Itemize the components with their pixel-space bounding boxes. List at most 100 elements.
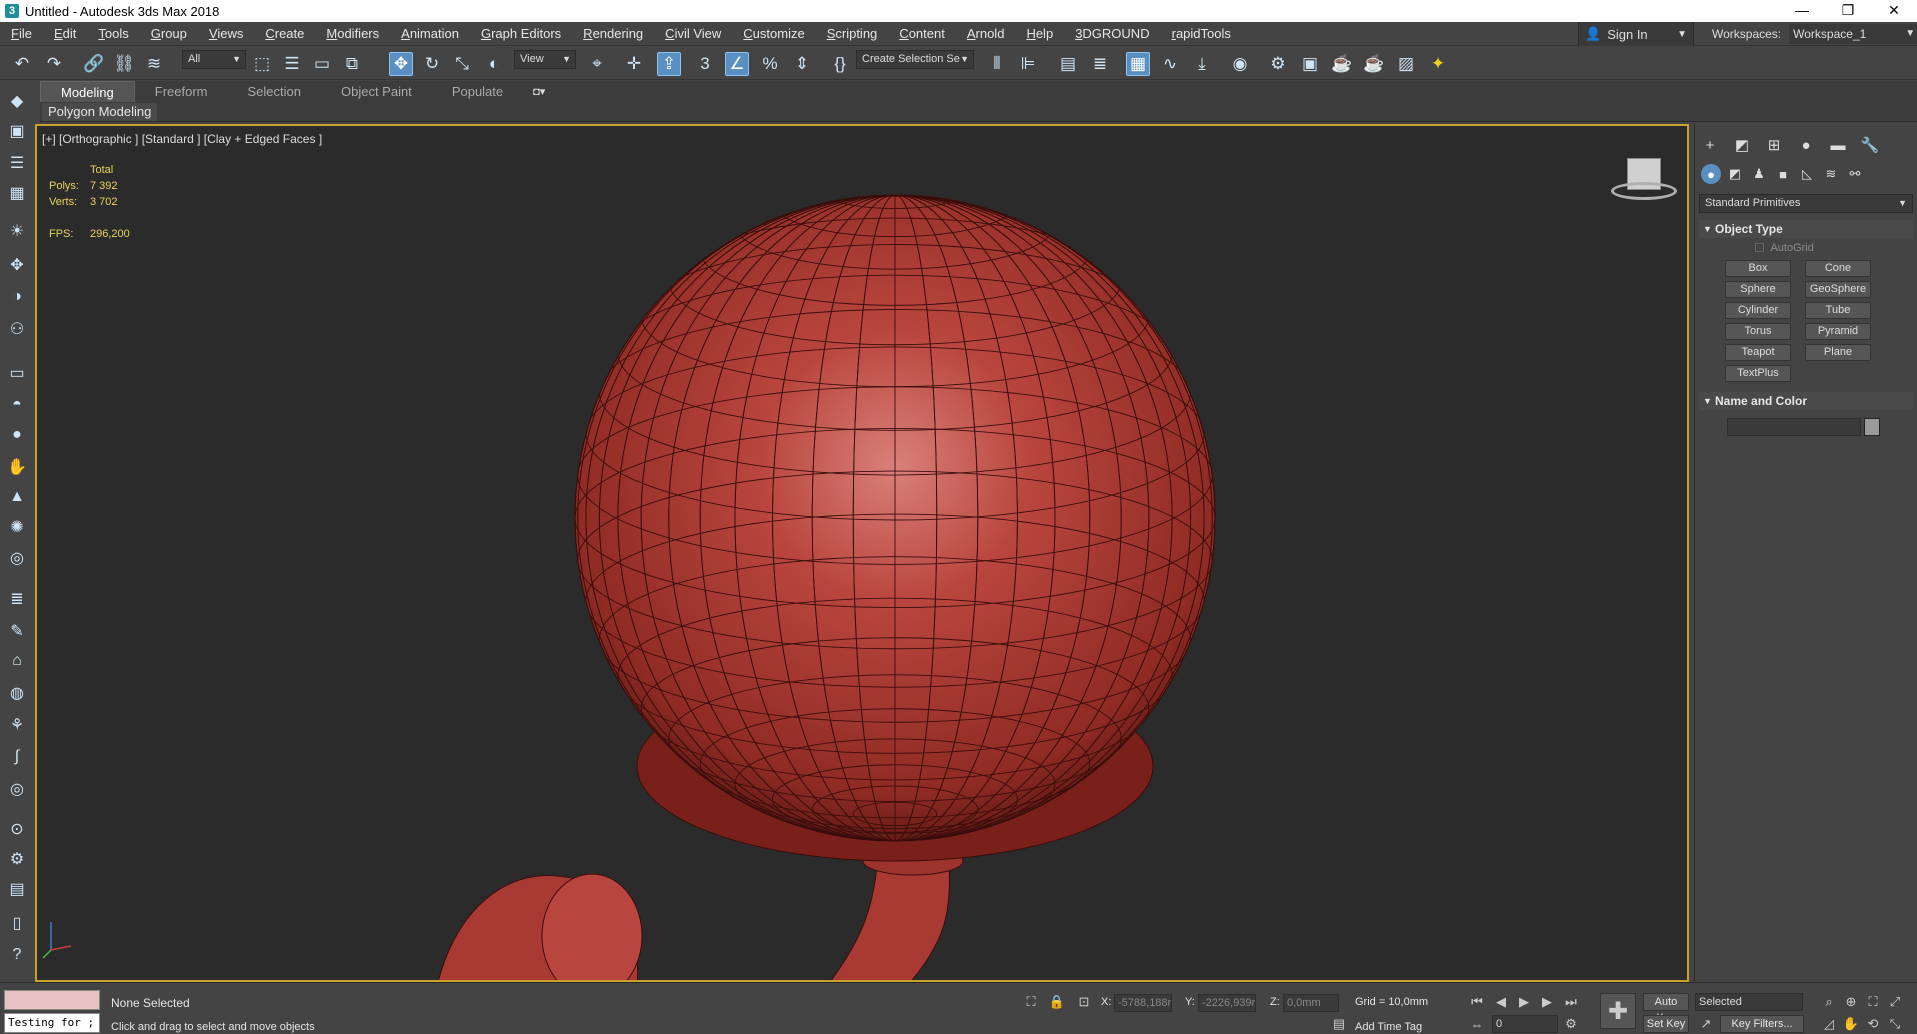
window-crossing-icon[interactable]: ⧉ [340, 52, 364, 76]
menu-graph-editors[interactable]: Graph Editors [470, 26, 572, 41]
helpers-icon[interactable]: ◺ [1797, 164, 1817, 184]
move-tool-icon[interactable]: ✥ [5, 253, 29, 277]
name-and-color-rollout[interactable]: ▼ Name and Color [1699, 392, 1913, 410]
restore-button[interactable]: ❐ [1825, 0, 1871, 22]
target-icon[interactable]: ◎ [5, 777, 29, 801]
menu-file[interactable]: File [0, 26, 43, 41]
tube-button[interactable]: Tube [1805, 302, 1871, 319]
mirror-icon[interactable]: ⫴ [985, 52, 1009, 76]
align-icon[interactable]: ⊫ [1016, 52, 1040, 76]
help-icon[interactable]: ? [5, 943, 29, 967]
x-coordinate-field[interactable]: -5788,188r [1114, 994, 1172, 1012]
menu-customize[interactable]: Customize [732, 26, 815, 41]
shapes-icon[interactable]: ◩ [1725, 164, 1745, 184]
grid-icon[interactable]: ▦ [5, 181, 29, 205]
film-icon[interactable]: ⚇ [5, 317, 29, 341]
pivot-center-icon[interactable]: ⌖ [585, 52, 609, 76]
maxscript-listener-output[interactable] [4, 990, 100, 1010]
cylinder-button[interactable]: Cylinder [1725, 302, 1791, 319]
tab-selection[interactable]: Selection [228, 81, 321, 102]
geosphere-button[interactable]: GeoSphere [1805, 281, 1871, 298]
rendered-frame-window-icon[interactable]: ▣ [1298, 52, 1322, 76]
close-button[interactable]: ✕ [1871, 0, 1917, 22]
menu-tools[interactable]: Tools [87, 26, 139, 41]
select-object-icon[interactable]: ⬚ [250, 52, 274, 76]
menu-scripting[interactable]: Scripting [816, 26, 889, 41]
menu-create[interactable]: Create [254, 26, 315, 41]
menu-3dground[interactable]: 3DGROUND [1064, 26, 1160, 41]
motion-tab-icon[interactable]: ● [1795, 134, 1817, 156]
default-tangents-icon[interactable]: ↗ [1697, 1015, 1715, 1033]
menu-animation[interactable]: Animation [390, 26, 470, 41]
utilities-tab-icon[interactable]: 🔧 [1859, 134, 1881, 156]
keyboard-shortcut-override-icon[interactable]: ⇪ [657, 52, 681, 76]
go-to-end-icon[interactable]: ⏭ [1562, 993, 1580, 1011]
workspace-dropdown[interactable]: Workspace_1 ▼ [1789, 24, 1917, 44]
dome-icon[interactable]: ◓ [5, 393, 29, 417]
object-name-input[interactable] [1727, 418, 1861, 436]
document-icon[interactable]: ▯ [5, 911, 29, 935]
zoom-all-icon[interactable]: ⊕ [1842, 993, 1860, 1011]
space-warps-icon[interactable]: ≋ [1821, 164, 1841, 184]
render-production-icon[interactable]: ☕ [1330, 52, 1354, 76]
tab-modeling[interactable]: Modeling [40, 81, 135, 102]
scene-explorer-icon[interactable]: ▤ [1056, 52, 1080, 76]
scene-explorer-icon[interactable]: ◆ [5, 89, 29, 113]
object-category-dropdown[interactable]: Standard Primitives ▼ [1699, 194, 1913, 213]
cone-icon[interactable]: ▲ [5, 485, 29, 509]
ribbon-toggle-icon[interactable]: ▦ [1126, 52, 1150, 76]
object-color-swatch[interactable] [1864, 418, 1880, 436]
rapidtools-icon[interactable]: ✦ [1426, 52, 1450, 76]
menu-views[interactable]: Views [198, 26, 254, 41]
key-mode-dropdown[interactable]: Selected [1695, 993, 1803, 1011]
menu-rapidtools[interactable]: rapidTools [1161, 26, 1242, 41]
edit-named-selection-icon[interactable]: {} [828, 52, 852, 76]
menu-content[interactable]: Content [888, 26, 956, 41]
time-tag-icon[interactable]: ▤ [1330, 1015, 1348, 1033]
key-mode-toggle-icon[interactable]: ⇔ [1468, 1015, 1486, 1033]
unlink-icon[interactable]: ⛓ [112, 52, 136, 76]
zoom-extents-icon[interactable]: ⛶ [1864, 993, 1882, 1011]
autogrid-checkbox[interactable]: AutoGrid [1755, 242, 1814, 254]
sphere-icon[interactable]: ● [5, 423, 29, 447]
field-of-view-icon[interactable]: ◿ [1820, 1015, 1838, 1033]
redo-icon[interactable]: ↷ [42, 52, 66, 76]
geometry-icon[interactable]: ● [1701, 164, 1721, 184]
link-icon[interactable]: 🔗 [82, 52, 106, 76]
viewcube-ring[interactable] [1611, 182, 1677, 200]
render-iterative-icon[interactable]: ☕ [1362, 52, 1386, 76]
snaps-toggle-icon[interactable]: 3 [693, 52, 717, 76]
display-tab-icon[interactable]: ▬ [1827, 134, 1849, 156]
maxscript-listener-input[interactable]: Testing for ; [4, 1013, 100, 1033]
menu-help[interactable]: Help [1015, 26, 1064, 41]
absolute-mode-icon[interactable]: ⊡ [1075, 993, 1093, 1011]
sun-icon[interactable]: ✺ [5, 515, 29, 539]
light-icon[interactable]: ☀ [5, 219, 29, 243]
z-coordinate-field[interactable]: 0,0mm [1283, 994, 1339, 1012]
menu-edit[interactable]: Edit [43, 26, 87, 41]
camera-icon[interactable]: ⌂ [5, 649, 29, 673]
select-and-rotate-icon[interactable]: ↻ [420, 52, 444, 76]
material-editor-icon[interactable]: ◉ [1228, 52, 1252, 76]
object-type-rollout[interactable]: ▼ Object Type [1699, 220, 1913, 238]
hair-icon[interactable]: ∫ [5, 745, 29, 769]
menu-civil-view[interactable]: Civil View [654, 26, 732, 41]
go-to-start-icon[interactable]: ⏮ [1468, 993, 1486, 1011]
key-filters-button[interactable]: Key Filters... [1720, 1015, 1804, 1033]
stairs-icon[interactable]: ≣ [5, 587, 29, 611]
menu-modifiers[interactable]: Modifiers [315, 26, 390, 41]
cone-button[interactable]: Cone [1805, 260, 1871, 277]
menu-group[interactable]: Group [140, 26, 198, 41]
render-setup-icon[interactable]: ⚙ [1266, 52, 1290, 76]
undo-icon[interactable]: ↶ [10, 52, 34, 76]
render-icon[interactable]: ▤ [5, 877, 29, 901]
folder-icon[interactable]: ▭ [5, 361, 29, 385]
ribbon-options-icon[interactable]: ◘▾ [533, 85, 545, 98]
render-activeshade-icon[interactable]: ▨ [1394, 52, 1418, 76]
minimize-button[interactable]: — [1779, 0, 1825, 22]
tab-freeform[interactable]: Freeform [135, 81, 228, 102]
menu-arnold[interactable]: Arnold [956, 26, 1016, 41]
magnifier-icon[interactable]: ⊙ [5, 817, 29, 841]
viewport[interactable]: [+] [Orthographic ] [Standard ] [Clay + … [35, 124, 1689, 982]
select-by-name-icon[interactable]: ☰ [280, 52, 304, 76]
